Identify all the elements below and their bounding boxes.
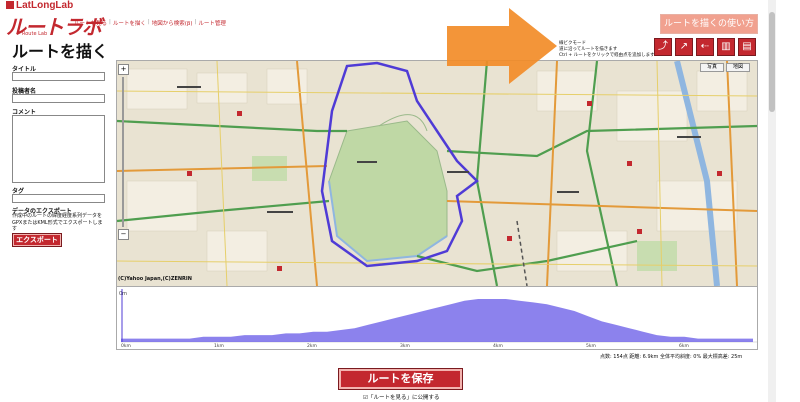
- pointer-arrow-icon: [447, 8, 557, 84]
- elevation-y-label: 0m: [119, 291, 127, 297]
- elevation-x-tick: 5km: [586, 343, 596, 349]
- map-canvas: [117, 61, 757, 286]
- page-scrollbar[interactable]: [768, 0, 776, 402]
- publish-label: 「ルートを見る」に公開する: [367, 395, 440, 401]
- nav-view-routes[interactable]: ルートを見る: [74, 19, 107, 27]
- map-copyright: (C)Yahoo Japan,(C)ZENRIN: [118, 276, 192, 282]
- zoom-rail[interactable]: [122, 77, 124, 227]
- elevation-x-tick: 4km: [493, 343, 503, 349]
- elevation-x-tick: 2km: [307, 343, 317, 349]
- elevation-x-tick: 6km: [679, 343, 689, 349]
- trash-icon[interactable]: ▥: [717, 38, 735, 56]
- brand-square-icon: [6, 1, 14, 9]
- how-to-draw-button[interactable]: ルートを描くの使い方: [660, 14, 758, 34]
- author-input[interactable]: [12, 94, 105, 103]
- zoom-in-button[interactable]: +: [118, 64, 129, 75]
- elevation-chart: 0m 0km 1km 2km 3km 4km 5km 6km: [116, 286, 758, 350]
- elevation-x-tick: 1km: [214, 343, 224, 349]
- map-photo-toggle[interactable]: 写真: [700, 63, 724, 72]
- nav-map-search[interactable]: 地図から検索(β): [152, 19, 193, 27]
- tag-input[interactable]: [12, 194, 105, 203]
- publish-checkbox[interactable]: ☑「ルートを見る」に公開する: [363, 393, 439, 401]
- nav-draw-route[interactable]: ルートを描く: [113, 19, 146, 27]
- route-stats: 点数: 154点 距離: 6.9km 全体平均斜度: 0% 最大標高差: 25m: [600, 354, 743, 360]
- document-icon[interactable]: ▤: [738, 38, 756, 56]
- elevation-canvas: 0m 0km 1km 2km 3km 4km 5km 6km: [119, 289, 757, 349]
- comment-textarea[interactable]: [12, 115, 105, 183]
- brand-logo[interactable]: LatLongLab: [6, 0, 73, 11]
- export-description: 作成中のルートの緯度経度系列データをGPXまたはKML形式でエクスポートします: [12, 213, 103, 232]
- road-follow-icon[interactable]: ⤴: [654, 38, 672, 56]
- zoom-control[interactable]: + −: [118, 64, 130, 282]
- drawing-toolbar: ⤴ ↗ ⇠ ▥ ▤: [654, 38, 756, 56]
- title-input[interactable]: [12, 72, 105, 81]
- export-button[interactable]: エクスポート: [12, 233, 62, 247]
- mode-line2: Ctrl + ルートをクリックで経由点を追加します: [559, 53, 655, 58]
- elevation-x-tick: 0km: [121, 343, 131, 349]
- page-title: ルートを描く: [12, 42, 109, 61]
- zoom-out-button[interactable]: −: [118, 229, 129, 240]
- mode-tooltip: 線ビクモード 道に沿ってルートを描きます Ctrl + ルートをクリックで経由点…: [559, 41, 659, 59]
- route-map[interactable]: [116, 60, 758, 287]
- top-nav: ルートを見る | ルートを描く | 地図から検索(β) | ルート管理: [74, 19, 226, 27]
- map-map-toggle[interactable]: 地図: [726, 63, 750, 72]
- elevation-area: [121, 299, 753, 342]
- app-tagline: Route Lab: [22, 31, 48, 37]
- straight-line-icon[interactable]: ↗: [675, 38, 693, 56]
- save-route-button[interactable]: ルートを保存: [338, 368, 463, 390]
- elevation-x-tick: 3km: [400, 343, 410, 349]
- nav-route-manage[interactable]: ルート管理: [198, 19, 226, 27]
- undo-icon[interactable]: ⇠: [696, 38, 714, 56]
- scrollbar-thumb[interactable]: [769, 12, 775, 112]
